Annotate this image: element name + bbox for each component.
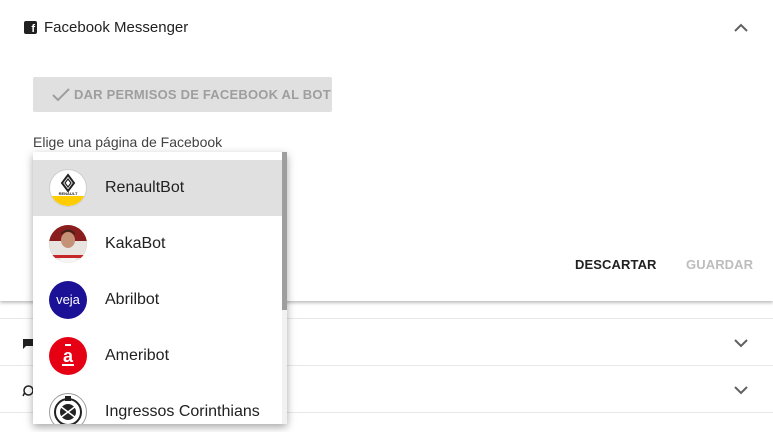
dropdown-option-label: KakaBot [105, 235, 166, 252]
dropdown-option-label: Ingressos Corinthians [105, 403, 260, 420]
dropdown-option-label: RenaultBot [105, 179, 185, 196]
facebook-icon: f [24, 21, 37, 35]
facebook-permissions-label: DAR PERMISOS DE FACEBOOK AL BOT [74, 87, 331, 102]
dropdown-scrollbar-thumb[interactable] [282, 152, 287, 310]
panel-title: Facebook Messenger [44, 19, 189, 36]
chevron-down-icon[interactable] [734, 338, 748, 348]
chevron-up-icon[interactable] [734, 23, 748, 33]
dropdown-option-kakabot[interactable]: KakaBot [33, 216, 282, 272]
facebook-page-dropdown[interactable]: RENAULT RenaultBot KakaBot veja Abrilbot [33, 152, 287, 424]
chevron-down-icon[interactable] [734, 385, 748, 395]
dropdown-option-label: Abrilbot [105, 291, 160, 308]
svg-text:a: a [63, 346, 74, 366]
svg-text:veja: veja [56, 292, 81, 307]
page-select-label: Elige una página de Facebook [33, 134, 223, 150]
dropdown-option-ameribot[interactable]: a Ameribot [33, 328, 282, 384]
corinthians-crest-avatar [49, 393, 87, 424]
americanas-logo-avatar: a [49, 337, 87, 375]
discard-button[interactable]: DESCARTAR [575, 257, 657, 272]
svg-text:RENAULT: RENAULT [59, 191, 78, 196]
dropdown-option-label: Ameribot [105, 347, 170, 364]
save-button[interactable]: GUARDAR [686, 257, 753, 272]
check-icon [52, 87, 70, 101]
dropdown-scrollbar[interactable] [282, 152, 287, 424]
facebook-permissions-button[interactable]: DAR PERMISOS DE FACEBOOK AL BOT [33, 77, 332, 112]
renault-logo-avatar: RENAULT [49, 169, 87, 207]
dropdown-option-ingressos-corinthians[interactable]: Ingressos Corinthians [33, 384, 282, 424]
dropdown-option-renaultbot[interactable]: RENAULT RenaultBot [33, 160, 282, 216]
dropdown-option-abrilbot[interactable]: veja Abrilbot [33, 272, 282, 328]
kaka-photo-avatar [49, 225, 87, 263]
veja-logo-avatar: veja [49, 281, 87, 319]
